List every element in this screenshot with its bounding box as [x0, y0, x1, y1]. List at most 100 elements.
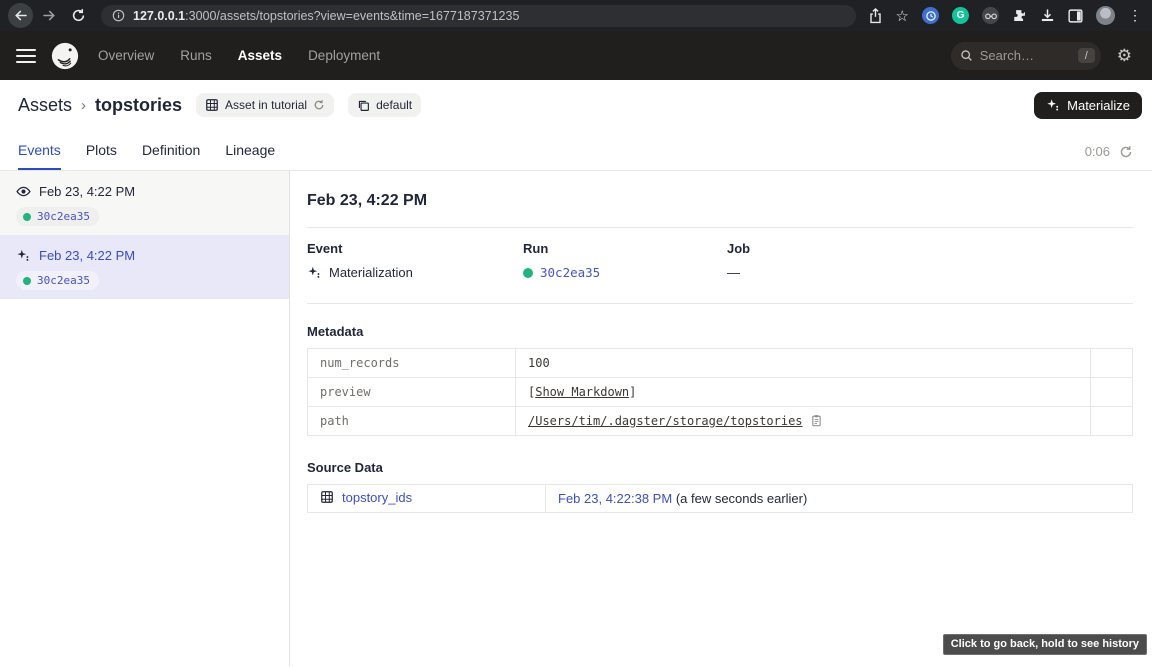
run-id-link[interactable]: 30c2ea35: [540, 265, 600, 280]
event-time: Feb 23, 4:22 PM: [39, 184, 135, 199]
grammarly-extension-icon[interactable]: G: [952, 7, 969, 24]
table-row: num_records 100: [308, 349, 1133, 378]
browser-forward-button[interactable]: [37, 3, 62, 28]
bracket: ]: [629, 385, 636, 399]
group-copy-icon: [357, 99, 370, 112]
table-row: topstory_ids Feb 23, 4:22:38 PM (a few s…: [308, 485, 1133, 513]
run-id-pill[interactable]: 30c2ea35: [16, 207, 99, 226]
extensions-puzzle-icon[interactable]: [1012, 8, 1027, 23]
materialize-button[interactable]: Materialize: [1034, 92, 1142, 119]
asset-grid-icon: [320, 490, 334, 504]
refresh-icon[interactable]: [1119, 145, 1133, 159]
table-row: path /Users/tim/.dagster/storage/topstor…: [308, 407, 1133, 436]
upstream-asset-name: topstory_ids: [342, 490, 412, 505]
nav-item-assets[interactable]: Assets: [238, 48, 282, 63]
source-timestamp-link[interactable]: Feb 23, 4:22:38 PM: [558, 491, 672, 506]
browser-menu-icon[interactable]: ⋮: [1128, 7, 1142, 24]
arrow-right-icon: [41, 7, 58, 24]
metadata-key-cell: path: [308, 407, 516, 436]
arrow-left-icon: [12, 7, 29, 24]
url-text: 127.0.0.1:3000/assets/topstories?view=ev…: [133, 9, 519, 23]
extension-glasses-icon[interactable]: [982, 7, 999, 24]
event-detail-panel: Feb 23, 4:22 PM Event Materialization Ru…: [290, 171, 1152, 666]
tab-plots[interactable]: Plots: [86, 142, 117, 170]
metadata-table: num_records 100 preview [Show Markdown] …: [307, 348, 1133, 436]
browser-reload-button[interactable]: [66, 3, 91, 28]
source-asset-cell: topstory_ids: [308, 485, 546, 513]
source-data-table: topstory_ids Feb 23, 4:22:38 PM (a few s…: [307, 484, 1133, 513]
event-detail-title: Feb 23, 4:22 PM: [307, 192, 1133, 210]
breadcrumb-assets-link[interactable]: Assets: [18, 95, 72, 116]
code-location-badge[interactable]: Asset in tutorial: [196, 93, 334, 117]
asset-tabs: Events Plots Definition Lineage 0:06: [0, 130, 1152, 171]
metadata-key-cell: num_records: [308, 349, 516, 378]
event-type-value: Materialization: [329, 265, 413, 280]
dagster-logo: [50, 41, 80, 71]
event-time: Feb 23, 4:22 PM: [39, 248, 135, 263]
bookmark-star-icon[interactable]: ☆: [896, 7, 909, 25]
nav-item-runs[interactable]: Runs: [180, 48, 212, 63]
primary-nav: Overview Runs Assets Deployment: [98, 48, 380, 63]
event-column: Event Materialization: [307, 241, 523, 280]
run-status-dot: [23, 277, 31, 285]
list-item-materialization-event[interactable]: Feb 23, 4:22 PM 30c2ea35: [0, 235, 289, 299]
run-id-pill[interactable]: 30c2ea35: [16, 271, 99, 290]
browser-back-button[interactable]: [8, 3, 33, 28]
asset-page-header: Assets › topstories Asset in tutorial de…: [0, 80, 1152, 130]
path-link[interactable]: /Users/tim/.dagster/storage/topstories: [528, 414, 803, 428]
browser-chrome: 127.0.0.1:3000/assets/topstories?view=ev…: [0, 0, 1152, 31]
copy-path-icon[interactable]: [810, 414, 823, 427]
page-title: topstories: [95, 95, 182, 116]
job-value: —: [727, 265, 740, 280]
asset-events-content: Feb 23, 4:22 PM 30c2ea35 Feb 23, 4:22 PM…: [0, 171, 1152, 666]
tab-definition[interactable]: Definition: [142, 142, 200, 170]
source-data-heading: Source Data: [307, 460, 1133, 475]
search-placeholder: Search…: [980, 48, 1071, 63]
refresh-timer: 0:06: [1085, 144, 1133, 170]
sparkle-icon: [307, 265, 322, 280]
share-icon[interactable]: [868, 8, 883, 24]
eye-icon: [16, 184, 31, 199]
breadcrumb-separator: ›: [81, 97, 86, 114]
run-status-dot: [523, 268, 533, 278]
browser-profile-avatar[interactable]: [1096, 6, 1115, 25]
show-markdown-link[interactable]: Show Markdown: [535, 385, 629, 399]
url-host: 127.0.0.1: [133, 9, 185, 23]
search-icon: [960, 49, 973, 62]
breadcrumb: Assets › topstories: [18, 95, 182, 116]
browser-url-bar[interactable]: 127.0.0.1:3000/assets/topstories?view=ev…: [101, 5, 856, 27]
source-relative-time: (a few seconds earlier): [676, 491, 808, 506]
extension-clock-icon[interactable]: [922, 7, 939, 24]
menu-icon[interactable]: [16, 49, 36, 63]
run-column: Run 30c2ea35: [523, 241, 727, 280]
tab-lineage[interactable]: Lineage: [225, 142, 275, 170]
metadata-empty-cell: [1091, 407, 1133, 436]
code-location-label: Asset in tutorial: [225, 98, 307, 112]
site-info-icon[interactable]: [112, 9, 125, 22]
browser-toolbar-icons: ☆ G ⋮: [868, 6, 1144, 25]
search-input[interactable]: Search… /: [951, 42, 1101, 70]
materialize-sparkle-icon: [1046, 98, 1060, 112]
search-shortcut-key: /: [1078, 48, 1095, 63]
run-id: 30c2ea35: [37, 210, 90, 223]
group-badge[interactable]: default: [348, 93, 421, 117]
side-panel-icon[interactable]: [1068, 9, 1083, 23]
nav-item-overview[interactable]: Overview: [98, 48, 154, 63]
nav-item-deployment[interactable]: Deployment: [308, 48, 380, 63]
upstream-asset-link[interactable]: topstory_ids: [320, 490, 412, 505]
metadata-value-cell: [Show Markdown]: [516, 378, 1091, 407]
source-time-cell: Feb 23, 4:22:38 PM (a few seconds earlie…: [546, 485, 1133, 513]
downloads-icon[interactable]: [1040, 8, 1055, 23]
event-list-sidebar: Feb 23, 4:22 PM 30c2ea35 Feb 23, 4:22 PM…: [0, 171, 290, 666]
run-id: 30c2ea35: [37, 274, 90, 287]
app-nav-bar: Overview Runs Assets Deployment Search… …: [0, 31, 1152, 80]
divider: [307, 303, 1133, 304]
tab-events[interactable]: Events: [18, 142, 61, 170]
metadata-key-cell: preview: [308, 378, 516, 407]
list-item-observation-event[interactable]: Feb 23, 4:22 PM 30c2ea35: [0, 171, 289, 235]
reload-location-icon[interactable]: [313, 99, 325, 111]
metadata-value-cell: /Users/tim/.dagster/storage/topstories: [516, 407, 1091, 436]
materialize-label: Materialize: [1067, 98, 1130, 113]
group-label: default: [376, 98, 412, 112]
gear-icon[interactable]: ⚙: [1117, 47, 1132, 64]
